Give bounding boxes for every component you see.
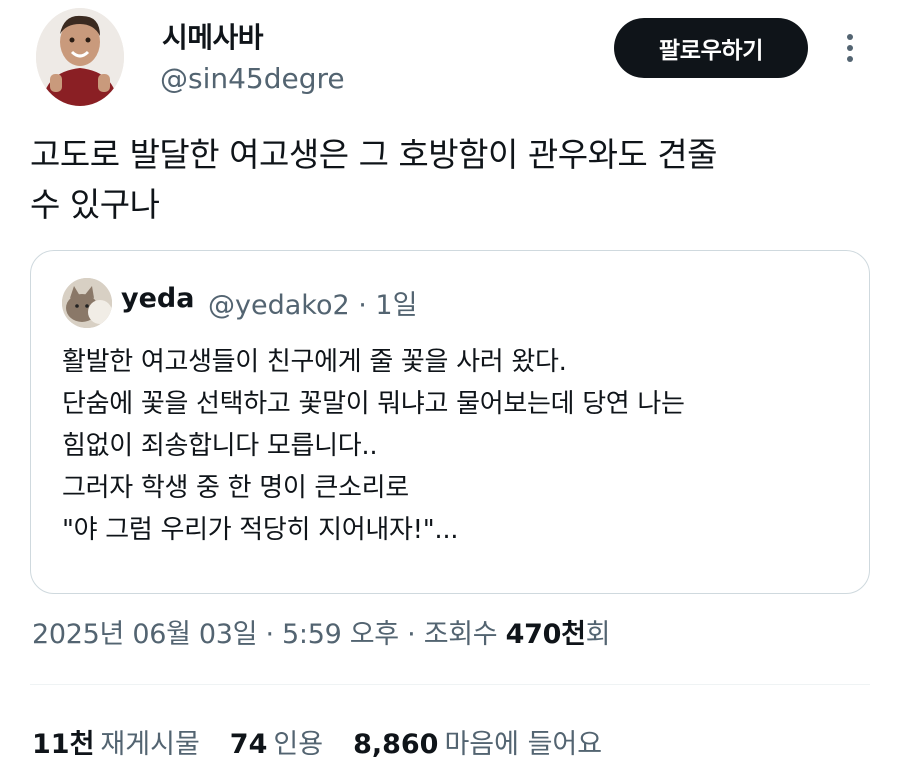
quoted-handle[interactable]: @yedako2 · 1일 — [208, 283, 417, 322]
divider — [30, 684, 870, 685]
quotes-count: 74 — [229, 729, 268, 760]
quoted-display-name[interactable]: yeda — [121, 283, 194, 314]
quoted-tweet[interactable]: yeda @yedako2 · 1일 활발한 여고생들이 친구에게 줄 꽃을 사… — [30, 250, 870, 594]
quoted-text-line: 단숨에 꽃을 선택하고 꽃말이 뭐냐고 물어보는데 당연 나는 — [62, 389, 685, 419]
tweet-meta: 2025년 06월 03일 · 5:59 오후 · 조회수 470천회 — [32, 612, 610, 651]
retweets-count: 11천 — [32, 729, 95, 760]
likes-stat[interactable]: 8,860 마음에 들어요 — [353, 722, 602, 761]
quoted-text: 활발한 여고생들이 친구에게 줄 꽃을 사러 왔다. 단숨에 꽃을 선택하고 꽃… — [62, 341, 852, 551]
likes-count: 8,860 — [353, 729, 439, 760]
timestamp[interactable]: 2025년 06월 03일 · 5:59 오후 · 조회수 — [32, 619, 506, 650]
engagement-stats: 11천 재게시물 74 인용 8,860 마음에 들어요 — [32, 722, 602, 761]
follow-button[interactable]: 팔로우하기 — [614, 18, 808, 78]
display-name[interactable]: 시메사바 — [162, 16, 264, 56]
tweet-text: 고도로 발달한 여고생은 그 호방함이 관우와도 견줄 수 있구나 — [30, 130, 870, 230]
likes-label: 마음에 들어요 — [444, 729, 603, 760]
retweets-stat[interactable]: 11천 재게시물 — [32, 722, 200, 761]
avatar[interactable] — [36, 8, 124, 106]
quoted-text-line: 힘없이 죄송합니다 모릅니다.. — [62, 431, 378, 461]
retweets-label: 재게시물 — [100, 729, 200, 760]
views-suffix: 회 — [585, 619, 611, 650]
tweet-text-line: 수 있구나 — [30, 185, 160, 224]
quoted-text-line: 활발한 여고생들이 친구에게 줄 꽃을 사러 왔다. — [62, 347, 567, 377]
quoted-text-line: "야 그럼 우리가 적당히 지어내자!"... — [62, 515, 459, 545]
tweet-text-line: 고도로 발달한 여고생은 그 호방함이 관우와도 견줄 — [30, 135, 718, 174]
user-handle[interactable]: @sin45degre — [160, 62, 345, 95]
quotes-stat[interactable]: 74 인용 — [230, 722, 323, 761]
quoted-avatar[interactable] — [62, 278, 112, 328]
quoted-text-line: 그러자 학생 중 한 명이 큰소리로 — [62, 473, 409, 503]
quotes-label: 인용 — [273, 729, 324, 760]
more-options-icon[interactable] — [836, 28, 864, 68]
views-count: 470천 — [505, 619, 586, 650]
